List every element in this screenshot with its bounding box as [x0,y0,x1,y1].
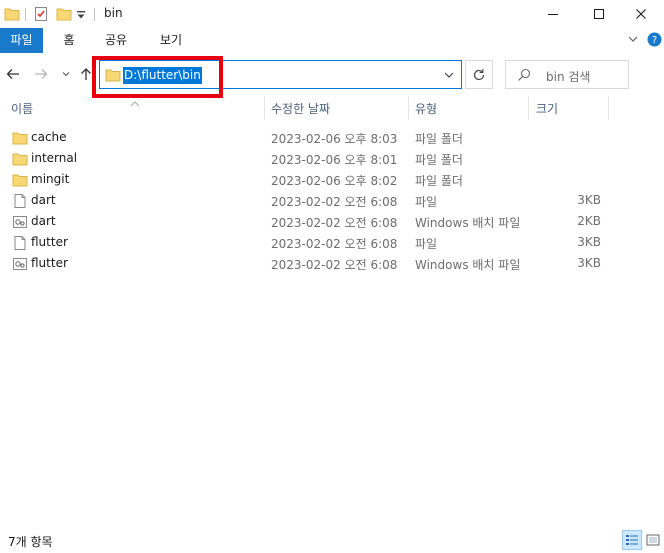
divider [25,8,26,21]
minimize-icon [548,14,558,15]
file-row[interactable]: internal 2023-02-06 오후 8:01 파일 폴더 [0,148,664,169]
tab-share[interactable]: 공유 [98,28,134,53]
file-name: cache [31,130,67,144]
customize-toolbar-icon[interactable] [76,9,86,23]
highlight-box [92,56,223,98]
help-icon[interactable]: ? [647,32,662,50]
properties-icon[interactable] [33,6,49,25]
folder-icon [12,172,28,191]
file-icon [12,193,28,212]
file-type: 파일 [415,237,438,251]
maximize-icon [594,9,604,19]
forward-arrow-icon [35,69,48,79]
file-date: 2023-02-02 오전 6:08 [271,258,398,272]
column-header-date[interactable]: 수정한 날짜 [271,100,330,117]
close-icon [636,9,646,19]
file-icon [12,235,28,254]
file-row[interactable]: flutter 2023-02-02 오전 6:08 Windows 배치 파일… [0,253,664,274]
file-type: 파일 폴더 [415,153,463,167]
folder-icon [12,130,28,149]
expand-ribbon-icon[interactable] [627,33,639,48]
file-size: 3KB [577,256,601,270]
tab-home[interactable]: 홈 [58,28,80,53]
search-box[interactable]: bin 검색 [505,60,629,89]
column-header-name[interactable]: 이름 [11,100,33,117]
batch-file-icon [12,214,28,233]
close-button[interactable] [618,0,664,28]
file-type: 파일 폴더 [415,132,463,146]
minimize-button[interactable] [530,0,576,28]
file-name: dart [31,193,56,207]
file-type: Windows 배치 파일 [415,216,521,230]
tab-view[interactable]: 보기 [153,28,189,53]
large-icons-view-button[interactable] [643,530,663,550]
back-arrow-icon [6,69,19,79]
recent-locations-button[interactable] [57,65,75,83]
file-size: 3KB [577,235,601,249]
file-row[interactable]: cache 2023-02-06 오후 8:03 파일 폴더 [0,127,664,148]
column-divider[interactable] [528,96,529,120]
file-row[interactable]: dart 2023-02-02 오전 6:08 Windows 배치 파일 2K… [0,211,664,232]
file-date: 2023-02-02 오전 6:08 [271,216,398,230]
column-divider[interactable] [608,96,609,120]
details-view-icon [626,535,638,545]
chevron-down-icon [62,72,70,77]
divider [94,8,95,21]
folder-icon [12,151,28,170]
file-type: 파일 폴더 [415,174,463,188]
column-headers: 이름 수정한 날짜 유형 크기 [0,96,664,120]
refresh-button[interactable] [465,60,493,89]
new-folder-icon[interactable] [56,6,72,25]
file-date: 2023-02-02 오전 6:08 [271,195,398,209]
file-row[interactable]: mingit 2023-02-06 오후 8:02 파일 폴더 [0,169,664,190]
search-placeholder: bin 검색 [546,70,591,84]
file-row[interactable]: dart 2023-02-02 오전 6:08 파일 3KB [0,190,664,211]
chevron-down-icon[interactable] [443,69,455,84]
column-divider[interactable] [264,96,265,120]
column-header-size[interactable]: 크기 [536,100,558,117]
window-title: bin [104,6,123,20]
tab-file[interactable]: 파일 [0,28,43,53]
back-button[interactable] [4,65,22,83]
file-size: 3KB [577,193,601,207]
batch-file-icon [12,256,28,275]
file-name: mingit [31,172,70,186]
file-date: 2023-02-06 오후 8:01 [271,153,398,167]
title-bar: bin [0,0,664,28]
file-name: flutter [31,256,68,270]
file-name: dart [31,214,56,228]
file-name: flutter [31,235,68,249]
file-type: 파일 [415,195,438,209]
svg-text:?: ? [652,35,657,46]
search-icon [517,68,531,85]
large-icons-view-icon [646,534,660,546]
file-size: 2KB [577,214,601,228]
column-divider[interactable] [408,96,409,120]
details-view-button[interactable] [622,530,642,550]
column-header-type[interactable]: 유형 [415,100,437,117]
file-date: 2023-02-02 오전 6:08 [271,237,398,251]
forward-button[interactable] [32,65,50,83]
file-name: internal [31,151,78,165]
file-date: 2023-02-06 오후 8:03 [271,132,398,146]
file-row[interactable]: flutter 2023-02-02 오전 6:08 파일 3KB [0,232,664,253]
sort-ascending-icon [130,96,140,110]
ribbon-tabs: 파일 홈 공유 보기 ? [0,28,664,53]
file-date: 2023-02-06 오후 8:02 [271,174,398,188]
file-type: Windows 배치 파일 [415,258,521,272]
maximize-button[interactable] [576,0,622,28]
folder-icon [4,6,20,25]
item-count: 7개 항목 [8,535,53,549]
refresh-icon [473,68,485,80]
